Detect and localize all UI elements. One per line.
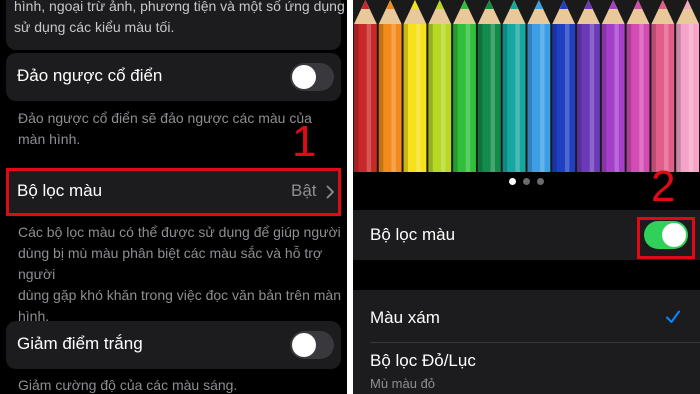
reduce-white-point-footer: Giảm cường độ của các màu sáng. (18, 377, 238, 393)
option-red-green-sublabel: Mù màu đỏ (370, 376, 436, 391)
pencil (354, 0, 377, 172)
color-filter-footer: Các bộ lọc màu có thể được sử dụng để gi… (18, 224, 341, 324)
page-dot[interactable] (523, 178, 530, 185)
highlight-box-color-filter-row (6, 168, 341, 216)
reduce-white-point-toggle[interactable] (290, 331, 334, 359)
reduce-white-point-label: Giảm điểm trắng (17, 334, 143, 353)
option-red-green[interactable]: Bộ lọc Đỏ/Lục Mù màu đỏ (353, 343, 700, 394)
step-number-1: 1 (292, 117, 317, 166)
pencil (378, 0, 402, 172)
color-pencils-image (354, 0, 699, 172)
classic-invert-label: Đảo ngược cổ điển (17, 66, 163, 85)
settings-right-panel: Bộ lọc màu 2 Màu xám Bộ lọc Đỏ/Lục Mù mà… (353, 0, 700, 394)
pencil (626, 0, 650, 172)
classic-invert-toggle[interactable] (290, 63, 334, 91)
classic-invert-footer: Đảo ngược cổ điển sẽ đảo ngược các màu c… (18, 110, 312, 147)
color-filter-right-label: Bộ lọc màu (370, 225, 456, 244)
classic-invert-row[interactable]: Đảo ngược cổ điển (6, 53, 341, 101)
step-number-2: 2 (651, 162, 676, 211)
pencil (428, 0, 452, 172)
pencil (502, 0, 526, 172)
color-pencils-preview (353, 0, 700, 172)
highlight-box-toggle (637, 217, 695, 259)
pencil (477, 0, 501, 172)
reduce-white-point-row[interactable]: Giảm điểm trắng (6, 321, 341, 369)
option-grayscale[interactable]: Màu xám (353, 294, 700, 342)
pencil (577, 0, 600, 172)
top-description-cell: hình, ngoại trừ ảnh, phương tiện và một … (6, 0, 345, 50)
filter-options-list: Màu xám Bộ lọc Đỏ/Lục Mù màu đỏ (353, 290, 700, 394)
pencil (651, 0, 675, 172)
page-dot[interactable] (509, 178, 516, 185)
top-description-line1: hình, ngoại trừ ảnh, phương tiện và một … (14, 0, 345, 14)
option-grayscale-label: Màu xám (370, 308, 440, 327)
pencil (453, 0, 476, 172)
option-red-green-label: Bộ lọc Đỏ/Lục (370, 351, 476, 370)
pencil (601, 0, 625, 172)
page-dot[interactable] (537, 178, 544, 185)
pencil (676, 0, 699, 172)
pencil (527, 0, 551, 172)
pencil (552, 0, 576, 172)
top-description-line2: sử dụng các kiểu màu tối. (14, 19, 175, 35)
settings-left-panel: hình, ngoại trừ ảnh, phương tiện và một … (0, 0, 347, 394)
pencil (403, 0, 427, 172)
checkmark-icon (666, 310, 680, 323)
